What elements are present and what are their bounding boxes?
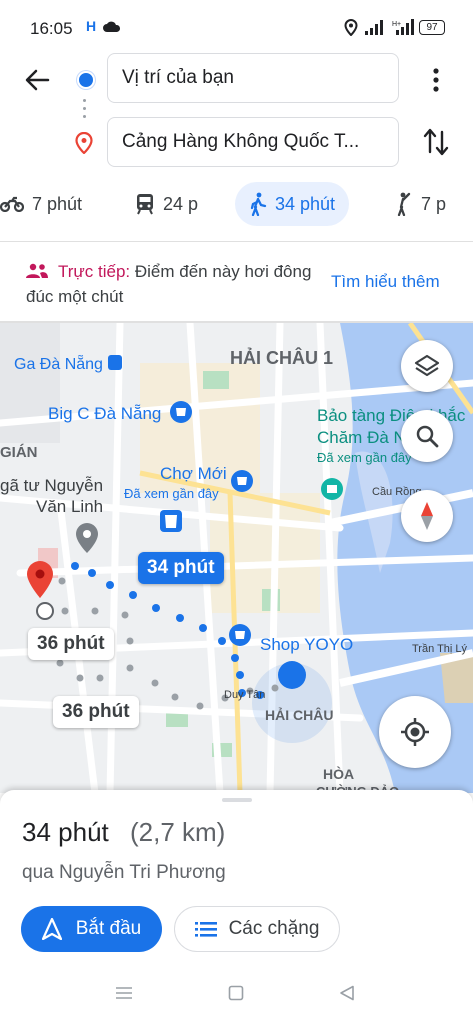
map-label-intersection-1: gã tư Nguyễn	[0, 476, 104, 495]
connector-dots	[83, 99, 87, 123]
map-label-district: HẢI CHÂU 1	[230, 348, 334, 368]
search-icon	[416, 425, 439, 448]
start-button[interactable]: Bắt đầu	[21, 906, 162, 952]
route-duration: 34 phút	[22, 817, 109, 847]
navigation-arrow-icon	[41, 918, 62, 940]
route-bubble-alt-1[interactable]: 36 phút	[28, 628, 114, 660]
status-time: 16:05	[30, 19, 73, 38]
system-nav-bar	[0, 980, 473, 1020]
back-arrow-icon[interactable]	[22, 65, 52, 95]
origin-input[interactable]: Vị trí của bạn	[107, 53, 399, 103]
learn-more-link[interactable]: Tìm hiểu thêm	[331, 272, 440, 292]
transit-icon	[137, 194, 153, 215]
tab-motorbike[interactable]: 7 phút	[0, 182, 82, 226]
hail-icon	[397, 192, 411, 216]
my-location-button[interactable]	[379, 696, 451, 768]
destination-input[interactable]: Cảng Hàng Không Quốc T...	[107, 117, 399, 167]
tab-hail[interactable]: 7 p	[395, 182, 446, 226]
menu-nav-icon[interactable]	[115, 986, 133, 1000]
svg-text:H+: H+	[392, 21, 401, 28]
origin-dot-icon	[77, 71, 95, 89]
live-crowd-text: Trực tiếp: Điểm đến này hơi đông đúc một…	[26, 259, 316, 309]
live-prefix: Trực tiếp:	[58, 262, 131, 281]
status-bar: 16:05 H H+ 97	[0, 0, 473, 56]
map-search-button[interactable]	[401, 410, 453, 462]
tab-transit-label: 24 p	[163, 193, 199, 214]
start-button-label: Bắt đầu	[75, 918, 142, 939]
map-label-hai-chau: HẢI CHÂU	[265, 707, 334, 723]
motorbike-icon	[0, 196, 24, 212]
route-via: qua Nguyễn Tri Phương	[22, 862, 226, 883]
map-label-street-tran-thi-ly: Trần Thị Lý	[412, 643, 468, 655]
map-label-hoa: HÒA	[323, 766, 355, 782]
map-label-shop[interactable]: Shop YOYO	[260, 635, 353, 655]
map-label-market-sub: Đã xem gần đây	[124, 486, 219, 501]
tab-walk[interactable]: 34 phút	[235, 182, 350, 226]
map-label-station[interactable]: Ga Đà Nẵng	[14, 356, 103, 374]
layers-icon	[414, 354, 440, 377]
tab-motorbike-label: 7 phút	[32, 193, 83, 214]
map-label-bigc[interactable]: Big C Đà Nẵng	[48, 404, 161, 424]
map-view[interactable]: HẢI CHÂU 1 Ga Đà Nẵng Big C Đà Nẵng Bảo …	[0, 323, 473, 793]
steps-button-label: Các chặng	[228, 918, 320, 939]
more-options-icon[interactable]	[426, 67, 446, 93]
route-bubble-selected[interactable]: 34 phút	[138, 552, 224, 584]
map-label-market[interactable]: Chợ Mới	[160, 464, 227, 484]
layers-button[interactable]	[401, 340, 453, 392]
compass-icon	[421, 502, 433, 530]
tab-transit[interactable]: 24 p	[135, 182, 198, 226]
cloud-icon	[103, 21, 121, 32]
signal-icon	[365, 20, 383, 35]
location-icon	[344, 19, 358, 36]
walk-icon	[250, 192, 267, 216]
signal-2-icon: H+	[392, 19, 414, 35]
back-nav-icon[interactable]	[339, 985, 355, 1001]
travel-mode-tabs: 7 phút 24 p 34 phút 7 p	[0, 182, 473, 228]
compass-button[interactable]	[401, 490, 453, 542]
app-notification-icon: H	[86, 18, 97, 34]
route-distance: (2,7 km)	[130, 817, 226, 847]
sheet-handle[interactable]	[222, 798, 252, 802]
map-label-gian: GIÁN	[0, 444, 38, 461]
home-nav-icon[interactable]	[228, 985, 244, 1001]
tab-walk-label: 34 phút	[275, 193, 336, 214]
map-label-museum-sub: Đã xem gần đây	[317, 450, 412, 465]
list-icon	[194, 922, 217, 937]
destination-pin-icon	[75, 132, 93, 154]
my-location-icon	[401, 718, 429, 746]
steps-button[interactable]: Các chặng	[174, 906, 340, 952]
map-label-intersection-2: Văn Linh	[36, 497, 104, 516]
swap-icon[interactable]	[422, 126, 450, 158]
battery-indicator: 97	[419, 20, 445, 35]
tab-hail-label: 7 p	[421, 193, 447, 214]
divider	[0, 241, 473, 242]
map-label-street-duy-tan: Duy Tân	[224, 689, 266, 701]
route-bubble-alt-2[interactable]: 36 phút	[53, 696, 139, 728]
route-summary-sheet[interactable]: 34 phút (2,7 km) qua Nguyễn Tri Phương B…	[0, 790, 473, 1024]
